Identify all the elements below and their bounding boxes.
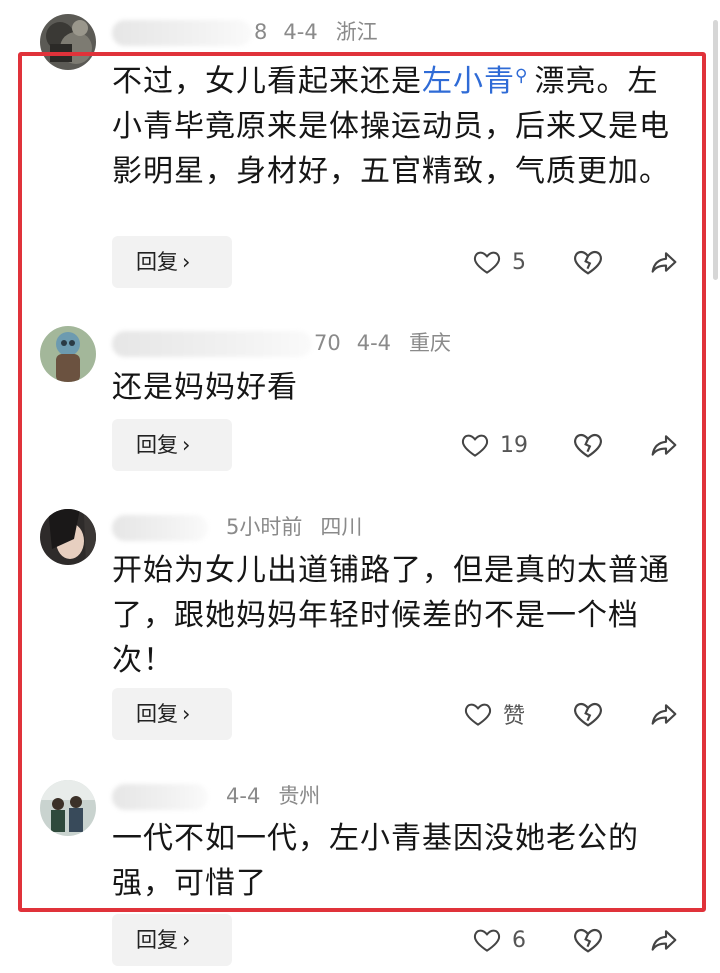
reply-label: 回复: [136, 250, 178, 274]
comment-location: 浙江: [335, 20, 378, 44]
reply-button[interactable]: 回复 ›: [112, 419, 232, 471]
reply-label: 回复: [136, 433, 178, 457]
comment-date: 5小时前: [226, 515, 303, 539]
comment-meta: 70 4-4 重庆: [112, 326, 451, 360]
dislike-button[interactable]: [572, 924, 604, 956]
chevron-right-icon: ›: [182, 702, 191, 726]
reply-button[interactable]: 回复 ›: [112, 236, 232, 288]
comment-date: 4-4: [283, 20, 318, 44]
username-blurred[interactable]: [112, 20, 252, 46]
comment-location: 贵州: [278, 784, 321, 808]
username-tail: 8: [254, 20, 268, 44]
avatar[interactable]: [40, 14, 96, 70]
comment-location: 重庆: [409, 331, 452, 355]
avatar[interactable]: [40, 509, 96, 565]
comment-text: 不过，女儿看起来还是左小青⚲ 漂亮。左小青毕竟原来是体操运动员，后来又是电影明星，…: [112, 54, 682, 194]
reply-label: 回复: [136, 928, 178, 952]
comment-actions: 回复 › 19: [0, 419, 720, 471]
comment-text: 还是妈妈好看: [112, 370, 298, 405]
like-button[interactable]: 赞: [463, 698, 525, 730]
like-count: 5: [512, 249, 526, 275]
dislike-button[interactable]: [572, 698, 604, 730]
keyword-link[interactable]: 左小青: [422, 64, 515, 99]
comment-actions: 回复 › 6: [0, 914, 720, 966]
chevron-right-icon: ›: [182, 928, 191, 952]
username-blurred[interactable]: [112, 515, 208, 541]
broken-heart-icon: [574, 928, 602, 953]
username-blurred[interactable]: [112, 331, 312, 357]
scrollbar[interactable]: [713, 20, 718, 280]
heart-outline-icon: [473, 251, 501, 274]
dislike-button[interactable]: [572, 246, 604, 278]
chevron-right-icon: ›: [182, 250, 191, 274]
share-arrow-icon: [651, 435, 677, 456]
comment-text: 一代不如一代，左小青基因没她老公的强，可惜了: [112, 821, 639, 901]
comment-meta: 4-4 贵州: [112, 779, 320, 813]
username-blurred[interactable]: [112, 784, 208, 810]
reply-label: 回复: [136, 702, 178, 726]
comment-location: 四川: [320, 515, 363, 539]
username-tail: 70: [314, 331, 341, 355]
share-button[interactable]: [648, 429, 680, 461]
search-icon[interactable]: ⚲: [515, 66, 528, 86]
comment-meta: 5小时前 四川: [112, 510, 362, 544]
dislike-button[interactable]: [572, 429, 604, 461]
comment-text: 开始为女儿出道铺路了，但是真的太普通了，跟她妈妈年轻时候差的不是一个档次！: [112, 553, 670, 678]
share-arrow-icon: [651, 252, 677, 273]
broken-heart-icon: [574, 702, 602, 727]
like-button[interactable]: 19: [460, 429, 528, 461]
comment-actions: 回复 › 5: [0, 236, 720, 288]
like-button[interactable]: 5: [472, 246, 526, 278]
comment-meta: 8 4-4 浙江: [112, 15, 378, 49]
comment-actions: 回复 › 赞: [0, 688, 720, 740]
share-arrow-icon: [651, 704, 677, 725]
chevron-right-icon: ›: [182, 433, 191, 457]
heart-outline-icon: [473, 929, 501, 952]
broken-heart-icon: [574, 433, 602, 458]
heart-outline-icon: [464, 703, 492, 726]
share-arrow-icon: [651, 930, 677, 951]
share-button[interactable]: [648, 924, 680, 956]
avatar[interactable]: [40, 780, 96, 836]
broken-heart-icon: [574, 250, 602, 275]
like-count: 6: [512, 927, 526, 953]
share-button[interactable]: [648, 698, 680, 730]
comment-date: 4-4: [226, 784, 261, 808]
comment-text-part: 不过，女儿看起来还是: [112, 64, 422, 99]
comment-date: 4-4: [356, 331, 392, 355]
reply-button[interactable]: 回复 ›: [112, 914, 232, 966]
reply-button[interactable]: 回复 ›: [112, 688, 232, 740]
share-button[interactable]: [648, 246, 680, 278]
like-button[interactable]: 6: [472, 924, 526, 956]
like-count: 赞: [503, 704, 526, 729]
like-count: 19: [500, 432, 528, 458]
heart-outline-icon: [461, 434, 489, 457]
avatar[interactable]: [40, 326, 96, 382]
